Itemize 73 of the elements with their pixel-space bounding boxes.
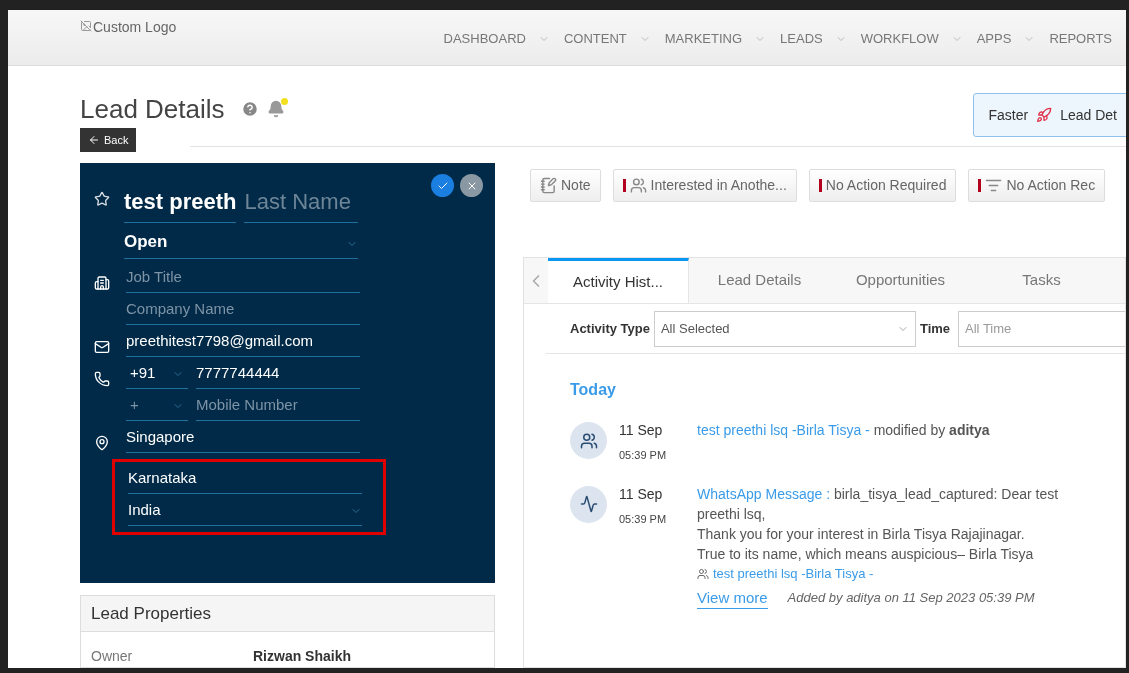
first-name-field[interactable]: test preeth (124, 185, 237, 223)
country-code-field[interactable]: + (126, 389, 188, 421)
phone-field[interactable]: Mobile Number (196, 389, 360, 421)
view-more-link[interactable]: View more (697, 587, 768, 609)
activity-link[interactable]: test preethi lsq -Birla Tisya - (697, 422, 870, 438)
building-icon (94, 275, 110, 291)
country-select[interactable]: India (128, 494, 362, 526)
message-line: True to its name, which means auspicious– Birla Tisya (697, 544, 1035, 564)
filter-label: Time (919, 319, 951, 338)
promo-text: Faster (988, 105, 1029, 125)
phone-icon (94, 371, 110, 387)
nav-menu-item[interactable]: DASHBOARD (443, 28, 550, 49)
tab[interactable]: Activity Hist... (548, 258, 689, 303)
help-icon[interactable] (240, 100, 259, 118)
activity-description: test preethi lsq -Birla Tisya - modified by aditya (697, 421, 991, 440)
pulse-icon (579, 495, 598, 513)
filter-select[interactable]: All Time (958, 310, 1125, 347)
activity-time: 05:39 PM (619, 448, 668, 463)
added-by-text: Added by aditya on 11 Sep 2023 05:39 PM (787, 589, 1035, 607)
phone-field[interactable]: 7777744444 (196, 357, 360, 389)
country-code-field[interactable]: +91 (126, 357, 188, 389)
confirm-button[interactable] (431, 174, 454, 197)
text-field[interactable]: Company Name (126, 293, 360, 325)
action-button[interactable]: Note (530, 169, 601, 202)
action-button[interactable]: No Action Required (808, 169, 957, 202)
nav-menu-item[interactable]: WORKFLOW (860, 28, 963, 49)
page-title: Lead Details (80, 96, 225, 122)
text-field[interactable]: Job Title (126, 261, 360, 293)
tab[interactable]: Opportunities (830, 258, 971, 303)
nav-menu-item[interactable]: APPS (976, 28, 1036, 49)
text-field[interactable]: Singapore (126, 421, 360, 453)
activity-date: 11 Sep (619, 421, 664, 440)
nav-menu-item[interactable]: REPORTS (1049, 28, 1126, 49)
logo-alt-text: Custom Logo (93, 18, 177, 36)
mail-icon (94, 339, 110, 355)
nav-menu-item[interactable]: MARKETING (664, 28, 767, 49)
action-button[interactable]: Interested in Anothe... (612, 169, 797, 202)
tab[interactable]: Lead Details (689, 258, 830, 303)
filter-label: Activity Type (570, 319, 650, 338)
nav-menu-item[interactable]: LEADS (780, 28, 847, 49)
people-icon (629, 177, 647, 194)
people-icon (697, 567, 709, 580)
status-select[interactable]: Open (124, 225, 358, 259)
date-group-heading: Today (570, 381, 616, 398)
activity-description: WhatsApp Message : birla_tisya_lead_captured: Dear test preethi lsq, (697, 484, 1060, 524)
back-button[interactable]: Back (80, 128, 137, 152)
activity-link[interactable]: WhatsApp Message : (697, 485, 831, 502)
last-name-field[interactable]: Last Name (244, 185, 359, 223)
star-icon[interactable] (94, 191, 110, 207)
tab[interactable]: Tasks (971, 258, 1112, 303)
close-button[interactable] (460, 174, 483, 197)
promo-text: Lead Det (1060, 105, 1117, 125)
message-line: Thank you for your interest in Birla Tisya Rajajinagar. (697, 524, 1026, 544)
text-field[interactable]: preethitest7798@gmail.com (126, 325, 360, 357)
action-button[interactable]: No Action Rec (968, 169, 1106, 202)
filter-select[interactable]: All Selected (653, 310, 916, 347)
property-label: Owner (91, 647, 134, 666)
panel-title: Lead Properties (91, 602, 212, 625)
text-field[interactable]: Karnataka (128, 462, 362, 494)
nav-menu-item[interactable]: CONTENT (563, 28, 651, 49)
note-icon (540, 177, 557, 194)
arrow-left-icon (88, 134, 100, 146)
people-icon (579, 431, 598, 450)
property-value: Rizwan Shaikh (253, 647, 352, 666)
rocket-icon (1036, 107, 1053, 123)
pin-icon (94, 435, 110, 451)
related-lead-link[interactable]: test preethi lsq -Birla Tisya - (713, 563, 874, 584)
broken-image-icon (80, 20, 92, 32)
list-icon (985, 177, 1003, 194)
activity-date: 11 Sep (619, 484, 664, 504)
promo-banner[interactable]: Faster Lead Det (973, 93, 1126, 137)
activity-time: 05:39 PM (619, 511, 668, 527)
bell-icon[interactable] (266, 100, 285, 118)
